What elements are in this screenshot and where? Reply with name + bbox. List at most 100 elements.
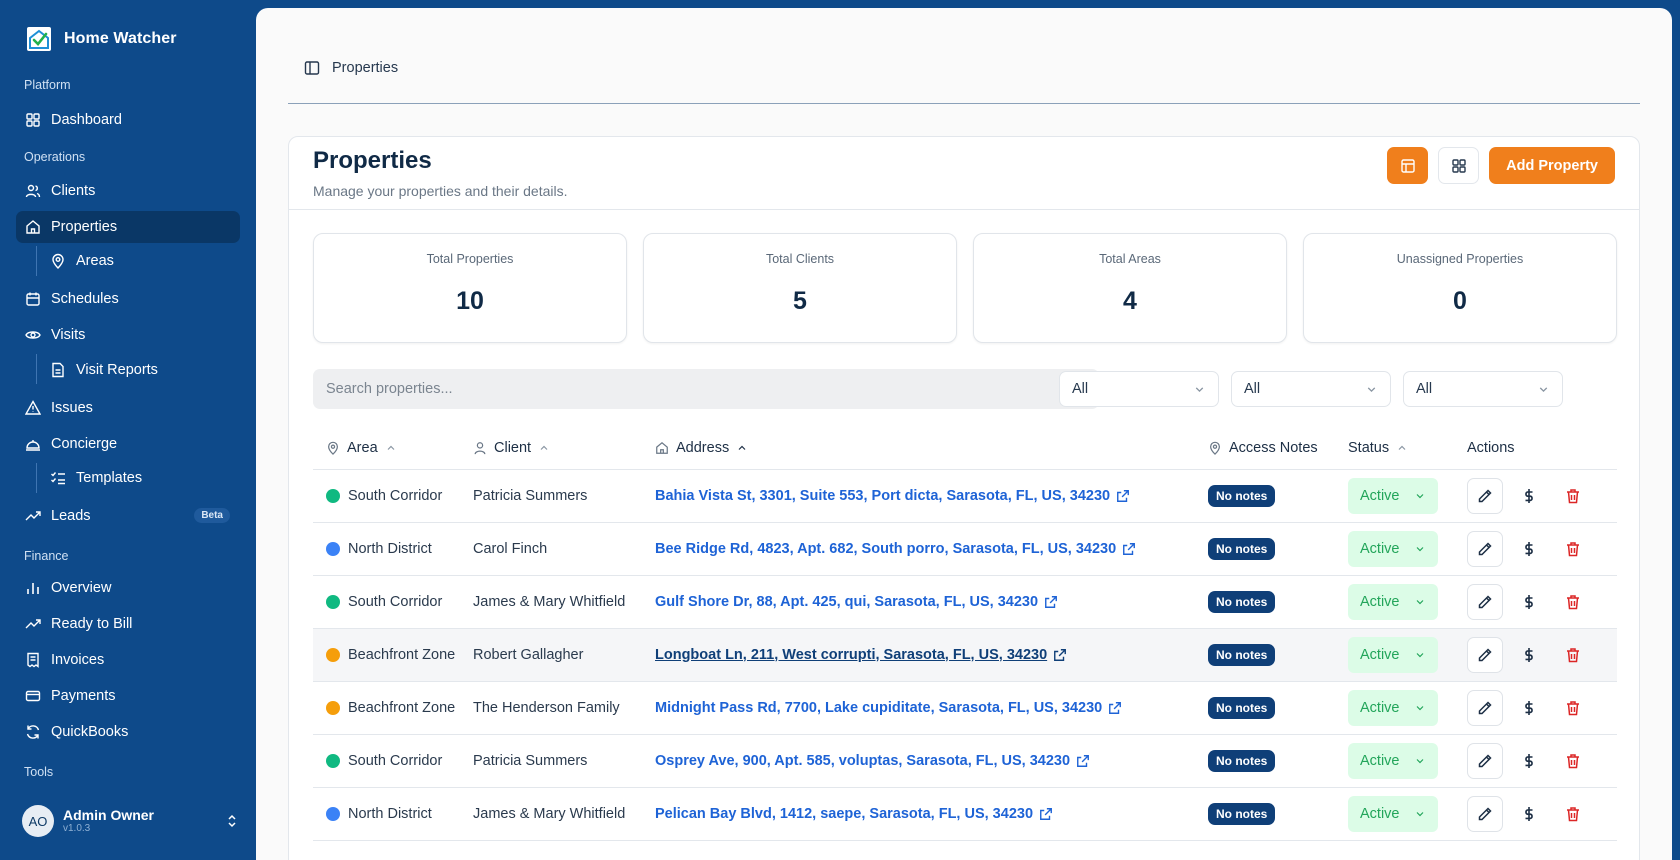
- edit-button[interactable]: [1467, 742, 1503, 779]
- billing-button[interactable]: [1511, 743, 1547, 779]
- billing-button[interactable]: [1511, 796, 1547, 832]
- sidebar-item-clients[interactable]: Clients: [16, 175, 240, 207]
- client-filter-select[interactable]: All: [1231, 371, 1391, 407]
- address-link[interactable]: Bee Ridge Rd, 4823, Apt. 682, South porr…: [655, 541, 1136, 557]
- sidebar-item-leads[interactable]: Leads Beta: [16, 500, 240, 532]
- add-property-button[interactable]: Add Property: [1489, 147, 1615, 184]
- cell-actions: [1467, 522, 1617, 576]
- address-link[interactable]: Pelican Bay Blvd, 1412, saepe, Sarasota,…: [655, 806, 1053, 822]
- chevron-up-icon: [540, 445, 548, 450]
- edit-button[interactable]: [1467, 689, 1503, 726]
- sidebar-item-issues[interactable]: Issues: [16, 392, 240, 424]
- status-select[interactable]: Active: [1348, 742, 1438, 779]
- address-link[interactable]: Midnight Pass Rd, 7700, Lake cupiditate,…: [655, 700, 1122, 716]
- trending-up-icon: [25, 619, 41, 629]
- table-view-button[interactable]: [1387, 147, 1429, 184]
- cell-address: Longboat Ln, 211, West corrupti, Sarasot…: [655, 628, 1208, 682]
- area-filter-select[interactable]: All: [1059, 371, 1219, 407]
- status-select[interactable]: Active: [1348, 530, 1438, 567]
- search-input[interactable]: [313, 369, 1099, 409]
- user-menu[interactable]: AO Admin Owner v1.0.3: [22, 803, 240, 839]
- delete-button[interactable]: [1555, 637, 1591, 673]
- notes-badge: No notes: [1208, 484, 1276, 507]
- status-select[interactable]: Active: [1348, 477, 1438, 514]
- brand[interactable]: Home Watcher: [26, 26, 177, 52]
- sidebar-item-templates[interactable]: Templates: [42, 462, 240, 494]
- sidebar-item-concierge[interactable]: Concierge: [16, 428, 240, 460]
- billing-button[interactable]: [1511, 637, 1547, 673]
- column-header-address[interactable]: Address: [655, 427, 1208, 470]
- home-icon: [656, 441, 668, 454]
- sidebar-item-properties[interactable]: Properties: [16, 211, 240, 243]
- properties-table: Area Client Address Access Notes Status …: [313, 427, 1617, 841]
- grid-view-button[interactable]: [1438, 147, 1480, 184]
- status-select[interactable]: Active: [1348, 583, 1438, 620]
- cell-access-notes: No notes: [1208, 787, 1348, 841]
- delete-button[interactable]: [1555, 690, 1591, 726]
- sidebar-item-payments[interactable]: Payments: [16, 680, 240, 712]
- address-link[interactable]: Osprey Ave, 900, Apt. 585, voluptas, Sar…: [655, 753, 1090, 769]
- sidebar-item-label: Payments: [51, 688, 116, 704]
- address-text: Pelican Bay Blvd, 1412, saepe, Sarasota,…: [655, 805, 1034, 822]
- submenu-line: [36, 463, 37, 493]
- sidebar-item-label: Areas: [76, 253, 114, 269]
- billing-button[interactable]: [1511, 584, 1547, 620]
- cell-address: Midnight Pass Rd, 7700, Lake cupiditate,…: [655, 681, 1208, 735]
- area-color-dot: [326, 541, 340, 556]
- edit-button[interactable]: [1467, 477, 1503, 514]
- trash-icon: [1567, 806, 1579, 821]
- billing-button[interactable]: [1511, 478, 1547, 514]
- stat-label: Total Properties: [426, 252, 514, 266]
- sidebar-item-areas[interactable]: Areas: [42, 245, 240, 277]
- section-platform: Platform: [24, 78, 71, 92]
- sidebar-item-label: Leads: [51, 508, 91, 524]
- status-select[interactable]: Active: [1348, 689, 1438, 726]
- delete-button[interactable]: [1555, 478, 1591, 514]
- divider: [289, 209, 1639, 210]
- column-label: Client: [494, 439, 532, 456]
- sidebar-item-label: Dashboard: [51, 112, 122, 128]
- column-header-client[interactable]: Client: [473, 427, 655, 470]
- sidebar-item-ready-to-bill[interactable]: Ready to Bill: [16, 608, 240, 640]
- sidebar-item-dashboard[interactable]: Dashboard: [16, 104, 240, 136]
- sidebar-toggle-icon[interactable]: [304, 60, 320, 76]
- address-link[interactable]: Longboat Ln, 211, West corrupti, Sarasot…: [655, 647, 1067, 663]
- billing-button[interactable]: [1511, 531, 1547, 567]
- trash-icon: [1567, 700, 1579, 715]
- status-value: Active: [1360, 593, 1400, 610]
- sidebar: Home Watcher Platform Dashboard Operatio…: [0, 0, 256, 860]
- filters-bar: All All All: [313, 369, 1617, 409]
- pencil-icon: [1478, 806, 1492, 820]
- sidebar-item-visits[interactable]: Visits: [16, 319, 240, 351]
- pencil-icon: [1478, 594, 1492, 608]
- sidebar-item-invoices[interactable]: Invoices: [16, 644, 240, 676]
- status-select[interactable]: Active: [1348, 795, 1438, 832]
- area-name: South Corridor: [348, 593, 443, 610]
- area-color-dot: [326, 806, 340, 821]
- address-link[interactable]: Gulf Shore Dr, 88, Apt. 425, qui, Saraso…: [655, 594, 1058, 610]
- sidebar-item-schedules[interactable]: Schedules: [16, 283, 240, 315]
- cell-area: South Corridor: [313, 469, 473, 523]
- address-text: Midnight Pass Rd, 7700, Lake cupiditate,…: [655, 699, 1103, 716]
- column-header-area[interactable]: Area: [313, 427, 473, 470]
- delete-button[interactable]: [1555, 743, 1591, 779]
- sidebar-item-overview[interactable]: Overview: [16, 572, 240, 604]
- select-value: All: [1072, 381, 1089, 397]
- billing-button[interactable]: [1511, 690, 1547, 726]
- edit-button[interactable]: [1467, 795, 1503, 832]
- select-value: All: [1244, 381, 1261, 397]
- edit-button[interactable]: [1467, 583, 1503, 620]
- delete-button[interactable]: [1555, 796, 1591, 832]
- status-select[interactable]: Active: [1348, 636, 1438, 673]
- edit-button[interactable]: [1467, 636, 1503, 673]
- sidebar-item-quickbooks[interactable]: QuickBooks: [16, 716, 240, 748]
- column-header-status[interactable]: Status: [1348, 427, 1467, 470]
- status-filter-select[interactable]: All: [1403, 371, 1563, 407]
- delete-button[interactable]: [1555, 584, 1591, 620]
- address-link[interactable]: Bahia Vista St, 3301, Suite 553, Port di…: [655, 488, 1130, 504]
- delete-button[interactable]: [1555, 531, 1591, 567]
- sidebar-item-visit-reports[interactable]: Visit Reports: [42, 354, 240, 386]
- notes-badge: No notes: [1208, 749, 1276, 772]
- sidebar-item-label: Clients: [51, 183, 96, 199]
- edit-button[interactable]: [1467, 530, 1503, 567]
